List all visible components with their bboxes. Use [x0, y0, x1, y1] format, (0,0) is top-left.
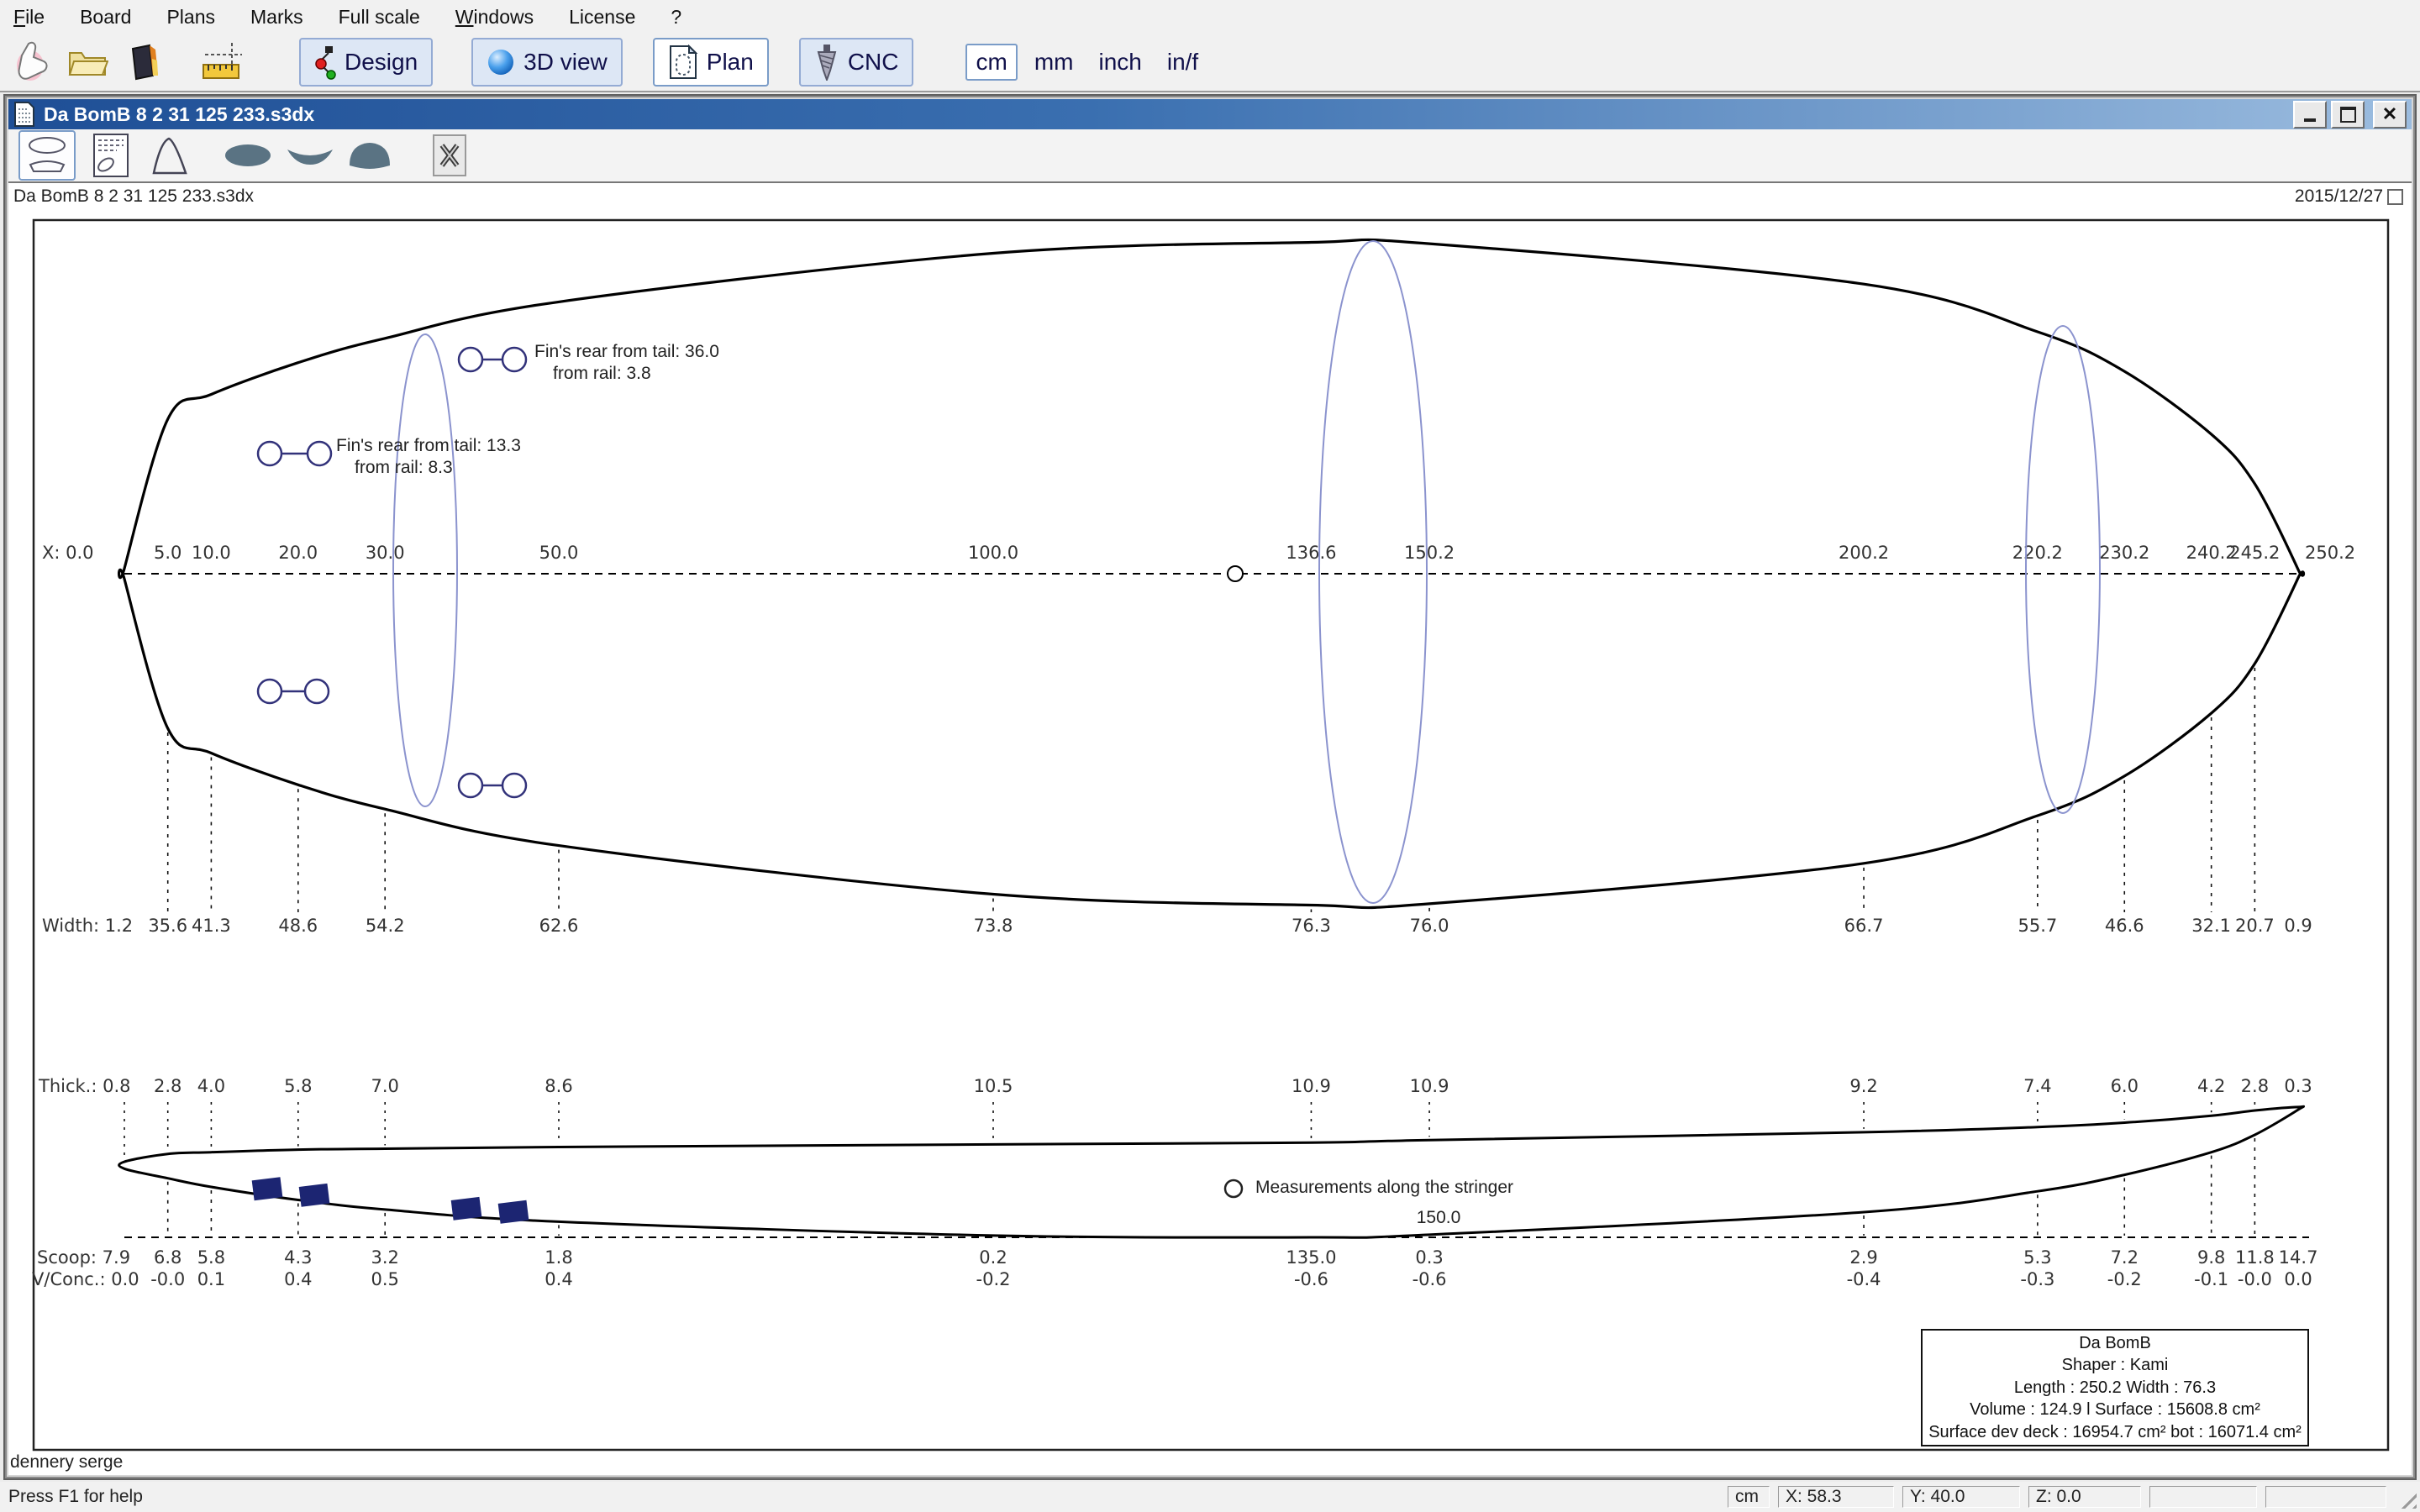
profile-curve-icon	[150, 134, 190, 177]
info-volume-surface: Volume : 124.9 l Surface : 15608.8 cm²	[1923, 1400, 2307, 1420]
plan-doc-icon	[668, 45, 698, 80]
window-title: Da BomB 8 2 31 125 233.s3dx	[44, 103, 2289, 126]
document-filename: Da BomB 8 2 31 125 233.s3dx	[13, 186, 254, 207]
stringer-center-value: 150.0	[1395, 1208, 1482, 1228]
info-length-width: Length : 250.2 Width : 76.3	[1923, 1378, 2307, 1398]
menu-license[interactable]: License	[569, 6, 635, 29]
book-icon[interactable]	[121, 39, 165, 85]
document-icon	[13, 102, 35, 127]
fin-label-rear: Fin's rear from tail: 13.3 from rail: 8.…	[336, 435, 521, 479]
close-button[interactable]: ✕	[2373, 101, 2407, 129]
status-bar: Press F1 for help cm X: 58.3 Y: 40.0 Z: …	[0, 1482, 2420, 1512]
view-toolbar	[8, 129, 2412, 181]
info-board-name: Da BomB	[1923, 1334, 2307, 1353]
slice-concave-button[interactable]	[281, 132, 339, 179]
3d-view-button-label: 3D view	[523, 49, 608, 76]
status-empty-cell	[2265, 1486, 2386, 1508]
info-shaper: Shaper : Kami	[1923, 1356, 2307, 1375]
plan-button[interactable]: Plan	[653, 38, 769, 87]
slice-ellipse-icon	[222, 141, 274, 170]
menu-windows[interactable]: Windows	[455, 6, 534, 29]
cnc-drill-icon	[814, 44, 839, 81]
minimize-button[interactable]	[2293, 101, 2327, 129]
menu-marks[interactable]: Marks	[250, 6, 303, 29]
fin-label-line: Fin's rear from tail: 13.3	[336, 435, 521, 457]
status-help-text: Press F1 for help	[8, 1487, 143, 1507]
open-folder-icon[interactable]	[66, 39, 109, 85]
status-unit: cm	[1728, 1486, 1770, 1508]
design-button[interactable]: Design	[299, 38, 433, 87]
unit-mm[interactable]: mm	[1026, 45, 1082, 79]
maximize-button[interactable]	[2331, 101, 2365, 129]
pointer-hand-icon[interactable]	[10, 39, 54, 85]
export-x-icon	[432, 134, 467, 177]
dimensions-sheet-button[interactable]	[89, 132, 133, 179]
status-cells: cm X: 58.3 Y: 40.0 Z: 0.0	[1728, 1486, 2386, 1508]
slice-concave-icon	[284, 141, 336, 170]
fin-label-line: from rail: 3.8	[553, 363, 719, 385]
menu-file[interactable]: File	[13, 6, 45, 29]
3d-view-button[interactable]: 3D view	[471, 38, 623, 87]
design-icon	[314, 45, 336, 80]
owner-name: dennery serge	[10, 1452, 123, 1473]
close-icon: ✕	[2382, 105, 2397, 123]
outline-view-button[interactable]	[18, 130, 76, 181]
date-text: 2015/12/27	[2295, 186, 2383, 207]
application-window: File Board Plans Marks Full scale Window…	[0, 0, 2420, 1512]
date-checkbox[interactable]	[2387, 189, 2403, 205]
design-button-label: Design	[345, 49, 418, 76]
unit-inch[interactable]: inch	[1090, 45, 1150, 79]
maximize-icon	[2340, 107, 2356, 123]
fin-label-line: Fin's rear from tail: 36.0	[534, 341, 719, 363]
status-y-coordinate: Y: 40.0	[1902, 1486, 2020, 1508]
dimensions-sheet-icon	[92, 133, 129, 178]
menu-bar: File Board Plans Marks Full scale Window…	[0, 0, 2420, 34]
profile-curve-button[interactable]	[146, 132, 193, 179]
menu-full-scale[interactable]: Full scale	[339, 6, 420, 29]
resize-grip[interactable]	[2395, 1487, 2417, 1509]
document-date: 2015/12/27	[2295, 186, 2403, 207]
child-title-bar[interactable]: Da BomB 8 2 31 125 233.s3dx ✕	[8, 99, 2412, 129]
export-x-button[interactable]	[429, 132, 471, 179]
stringer-measurement-note: Measurements along the stringer	[1255, 1178, 1513, 1198]
plan-button-label: Plan	[707, 49, 754, 76]
slice-dome-icon	[346, 140, 393, 171]
fin-label-line: from rail: 8.3	[355, 457, 521, 479]
cnc-button[interactable]: CNC	[799, 38, 914, 87]
unit-cm[interactable]: cm	[965, 44, 1017, 81]
slice-ellipse-button[interactable]	[218, 132, 277, 179]
cnc-button-label: CNC	[848, 49, 899, 76]
menu-plans[interactable]: Plans	[166, 6, 215, 29]
sphere-icon	[487, 48, 515, 76]
status-z-coordinate: Z: 0.0	[2028, 1486, 2141, 1508]
ruler-icon[interactable]	[200, 39, 244, 85]
drawing-area	[8, 181, 2412, 1475]
menu-board[interactable]: Board	[80, 6, 131, 29]
board-document-window: Da BomB 8 2 31 125 233.s3dx ✕	[7, 97, 2413, 1477]
slice-dome-button[interactable]	[343, 132, 397, 179]
unit-inf[interactable]: in/f	[1159, 45, 1207, 79]
fin-label-front: Fin's rear from tail: 36.0 from rail: 3.…	[534, 341, 719, 385]
mdi-area: Da BomB 8 2 31 125 233.s3dx ✕	[3, 94, 2417, 1480]
board-info-box: Da BomB Shaper : Kami Length : 250.2 Wid…	[1921, 1329, 2309, 1446]
info-dev-surface: Surface dev deck : 16954.7 cm² bot : 160…	[1923, 1423, 2307, 1442]
minimize-icon	[2304, 118, 2316, 122]
tool-bar: Design 3D view Plan	[0, 34, 2420, 92]
status-empty-cell	[2149, 1486, 2257, 1508]
outline-view-icon	[24, 134, 71, 176]
status-x-coordinate: X: 58.3	[1778, 1486, 1894, 1508]
menu-help[interactable]: ?	[671, 6, 681, 29]
